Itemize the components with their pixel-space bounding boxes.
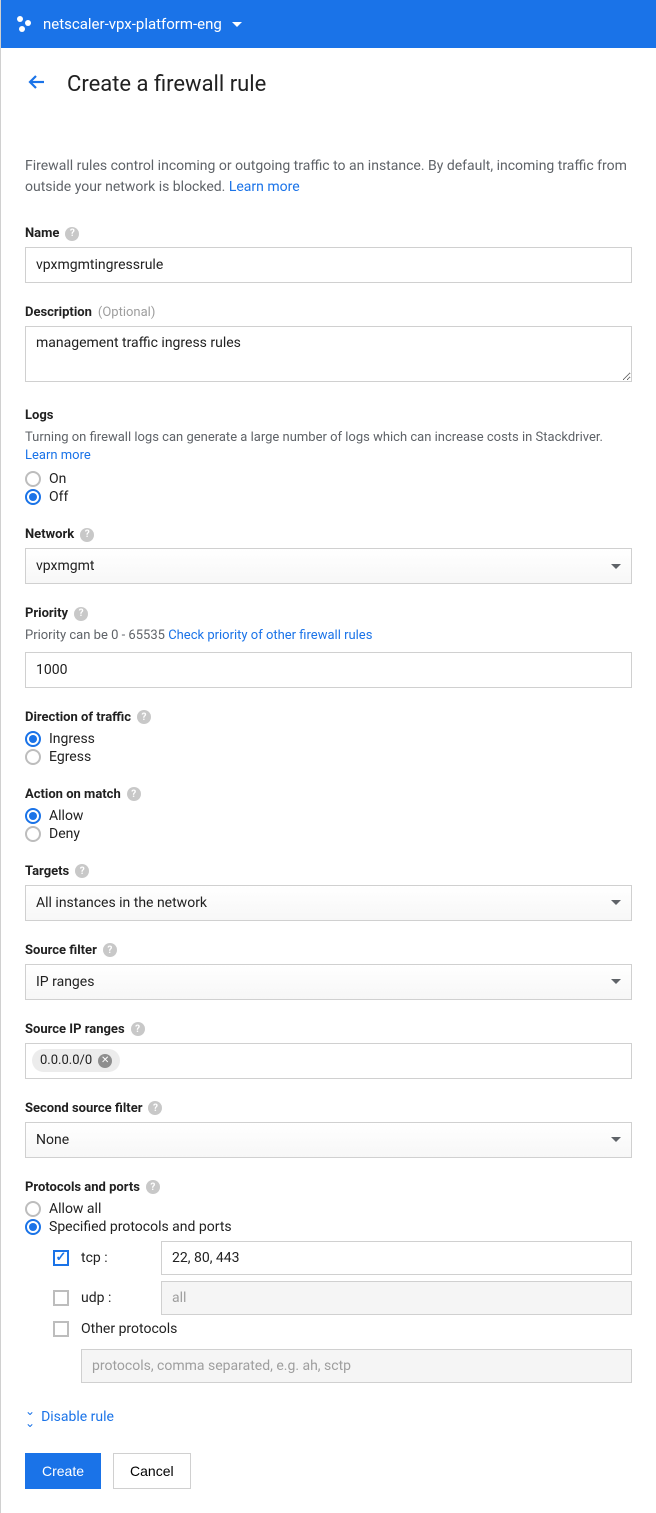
action-field: Action on match? Allow Deny <box>25 787 632 842</box>
other-protocols-checkbox[interactable] <box>53 1321 69 1337</box>
radio-icon <box>25 749 41 765</box>
priority-label: Priority <box>25 606 68 621</box>
radio-icon <box>25 826 41 842</box>
page-header: Create a firewall rule <box>1 48 656 116</box>
caret-down-icon <box>611 979 621 984</box>
priority-input[interactable] <box>25 652 632 688</box>
double-chevron-down-icon: ⌄⌄ <box>25 1405 35 1429</box>
intro-learn-more-link[interactable]: Learn more <box>229 179 300 195</box>
radio-icon <box>25 1201 41 1217</box>
logs-field: Logs Turning on firewall logs can genera… <box>25 408 632 505</box>
direction-egress-radio[interactable]: Egress <box>25 749 632 765</box>
protocols-label: Protocols and ports <box>25 1180 140 1195</box>
action-allow-radio[interactable]: Allow <box>25 808 632 824</box>
help-icon[interactable]: ? <box>148 1101 162 1115</box>
help-icon[interactable]: ? <box>103 943 117 957</box>
other-protocols-row: Other protocols <box>53 1321 632 1337</box>
logs-label: Logs <box>25 408 53 423</box>
cancel-button[interactable]: Cancel <box>113 1453 191 1489</box>
targets-select[interactable]: All instances in the network <box>25 885 632 921</box>
source-ip-label: Source IP ranges <box>25 1022 125 1037</box>
intro-text: Firewall rules control incoming or outgo… <box>25 156 632 198</box>
help-icon[interactable]: ? <box>65 227 79 241</box>
radio-icon <box>25 489 41 505</box>
name-input[interactable] <box>25 247 632 283</box>
help-icon[interactable]: ? <box>146 1180 160 1194</box>
source-filter-label: Source filter <box>25 943 97 958</box>
project-selector[interactable]: netscaler-vpx-platform-eng <box>17 15 242 33</box>
other-protocols-label: Other protocols <box>81 1321 177 1337</box>
action-buttons: Create Cancel <box>25 1453 632 1489</box>
action-deny-radio[interactable]: Deny <box>25 826 632 842</box>
targets-label: Targets <box>25 864 69 879</box>
back-arrow-button[interactable] <box>25 70 49 98</box>
logs-learn-more-link[interactable]: Learn more <box>25 448 91 463</box>
source-filter-field: Source filter? IP ranges <box>25 943 632 1000</box>
protocols-allow-all-radio[interactable]: Allow all <box>25 1201 632 1217</box>
tcp-checkbox[interactable] <box>53 1250 69 1266</box>
help-icon[interactable]: ? <box>127 787 141 801</box>
radio-icon <box>25 471 41 487</box>
radio-icon <box>25 731 41 747</box>
second-filter-label: Second source filter <box>25 1101 142 1116</box>
ip-chip: 0.0.0.0/0✕ <box>32 1049 120 1072</box>
tcp-label: tcp : <box>81 1250 149 1266</box>
help-icon[interactable]: ? <box>131 1022 145 1036</box>
caret-down-icon <box>232 22 242 27</box>
help-icon[interactable]: ? <box>74 607 88 621</box>
udp-checkbox[interactable] <box>53 1290 69 1306</box>
udp-ports-input[interactable] <box>161 1281 632 1315</box>
project-selector-bar: netscaler-vpx-platform-eng <box>1 0 656 48</box>
radio-icon <box>25 808 41 824</box>
caret-down-icon <box>611 564 621 569</box>
direction-label: Direction of traffic <box>25 710 131 725</box>
udp-label: udp : <box>81 1290 149 1306</box>
description-input[interactable]: management traffic ingress rules <box>25 326 632 382</box>
description-label: Description <box>25 305 92 320</box>
chip-remove-icon[interactable]: ✕ <box>98 1054 112 1068</box>
help-icon[interactable]: ? <box>80 528 94 542</box>
help-icon[interactable]: ? <box>137 710 151 724</box>
page-title: Create a firewall rule <box>67 72 266 97</box>
source-ip-input[interactable]: 0.0.0.0/0✕ <box>25 1043 632 1079</box>
project-name: netscaler-vpx-platform-eng <box>43 15 222 33</box>
tcp-row: tcp : <box>53 1241 632 1275</box>
logs-on-radio[interactable]: On <box>25 471 632 487</box>
direction-ingress-radio[interactable]: Ingress <box>25 731 632 747</box>
priority-field: Priority? Priority can be 0 - 65535 Chec… <box>25 606 632 687</box>
caret-down-icon <box>611 1137 621 1142</box>
priority-check-link[interactable]: Check priority of other firewall rules <box>168 628 372 643</box>
gcp-logo-icon <box>17 16 33 32</box>
udp-row: udp : <box>53 1281 632 1315</box>
protocols-field: Protocols and ports? Allow all Specified… <box>25 1180 632 1383</box>
network-label: Network <box>25 527 74 542</box>
logs-off-radio[interactable]: Off <box>25 489 632 505</box>
radio-icon <box>25 1219 41 1235</box>
caret-down-icon <box>611 900 621 905</box>
protocols-specified-radio[interactable]: Specified protocols and ports <box>25 1219 632 1235</box>
source-ip-field: Source IP ranges? 0.0.0.0/0✕ <box>25 1022 632 1079</box>
create-button[interactable]: Create <box>25 1453 101 1489</box>
description-field: Description (Optional) management traffic… <box>25 305 632 386</box>
second-filter-select[interactable]: None <box>25 1122 632 1158</box>
targets-field: Targets? All instances in the network <box>25 864 632 921</box>
action-label: Action on match <box>25 787 121 802</box>
other-protocols-input[interactable] <box>81 1349 632 1383</box>
name-label: Name <box>25 226 59 241</box>
form-content: Firewall rules control incoming or outgo… <box>1 116 656 1513</box>
direction-field: Direction of traffic? Ingress Egress <box>25 710 632 765</box>
name-field: Name? <box>25 226 632 283</box>
network-select[interactable]: vpxmgmt <box>25 548 632 584</box>
source-filter-select[interactable]: IP ranges <box>25 964 632 1000</box>
second-filter-field: Second source filter? None <box>25 1101 632 1158</box>
help-icon[interactable]: ? <box>75 864 89 878</box>
network-field: Network? vpxmgmt <box>25 527 632 584</box>
tcp-ports-input[interactable] <box>161 1241 632 1275</box>
optional-hint: (Optional) <box>98 305 155 320</box>
disable-rule-toggle[interactable]: ⌄⌄ Disable rule <box>25 1405 632 1429</box>
